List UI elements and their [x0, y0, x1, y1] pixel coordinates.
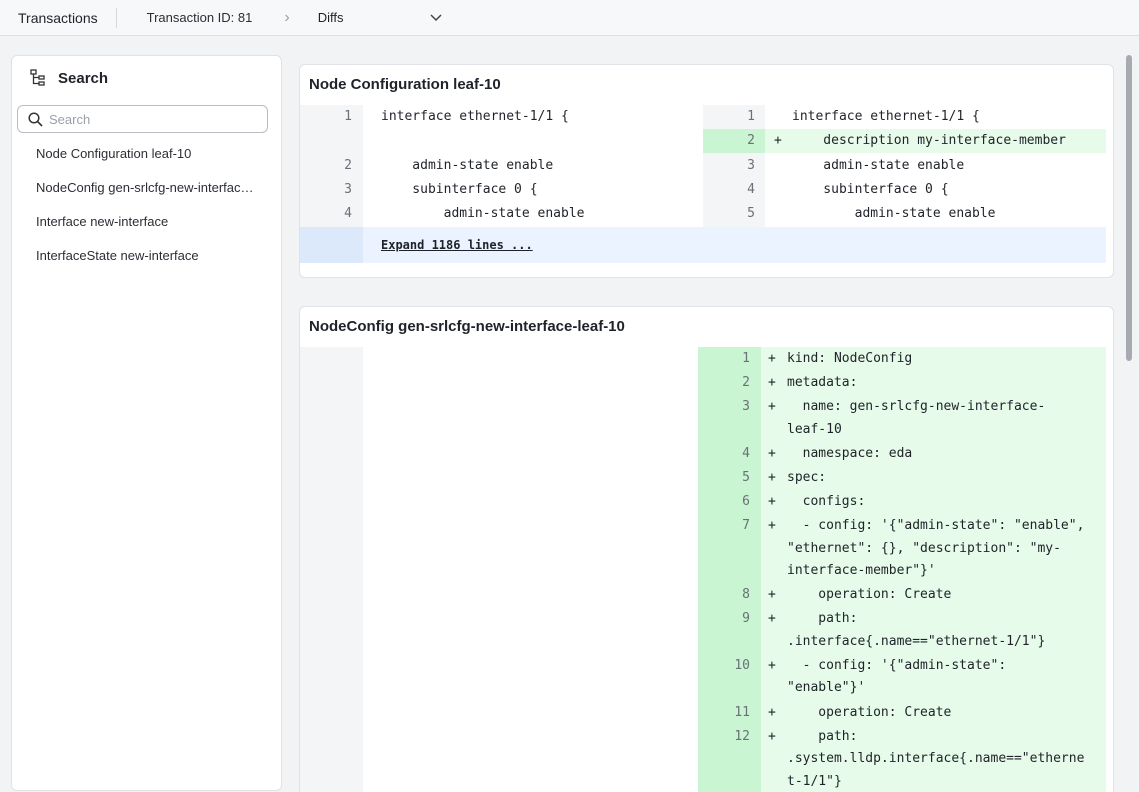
top-bar: Transactions Transaction ID: 81 › Diffs	[0, 0, 1139, 36]
code-line: "enable"}'	[787, 680, 866, 696]
added-marker: +	[768, 518, 776, 534]
added-marker: +	[768, 587, 776, 603]
code-line: spec:	[787, 469, 827, 485]
code-line: operation: Create	[787, 704, 952, 720]
code-line: "ethernet": {}, "description": "my-	[787, 540, 1061, 556]
added-marker: +	[768, 494, 776, 509]
line-number: 4	[344, 206, 352, 222]
search-box	[17, 105, 268, 133]
sidebar-item-node-configuration[interactable]: Node Configuration leaf-10	[12, 137, 257, 171]
line-number	[300, 129, 352, 153]
added-marker: +	[768, 657, 776, 673]
line-number: 3	[747, 157, 755, 173]
code-line: admin-state enable	[381, 206, 585, 222]
sidebar-header: Search	[12, 56, 281, 100]
line-number: 4	[742, 445, 750, 461]
code-line: configs:	[787, 494, 866, 509]
chevron-down-icon[interactable]	[430, 11, 442, 25]
line-number: 9	[742, 611, 750, 627]
code-line: interface ethernet-1/1 {	[792, 109, 980, 124]
line-number: 3	[742, 399, 750, 415]
code-line: metadata:	[787, 375, 858, 391]
line-number: 10	[734, 657, 750, 673]
diff-card-nodeconfig: NodeConfig gen-srlcfg-new-interface-leaf…	[299, 306, 1114, 792]
left-gutter	[300, 347, 363, 792]
breadcrumb-transactions[interactable]: Transactions	[0, 0, 116, 36]
search-input[interactable]	[49, 111, 249, 127]
code-line: subinterface 0 {	[381, 181, 538, 197]
breadcrumb-transaction-id[interactable]: Transaction ID: 81	[117, 10, 253, 25]
code-line: - config: '{"admin-state":	[787, 657, 1007, 673]
line-number: 8	[742, 587, 750, 603]
sidebar-item-nodeconfig[interactable]: NodeConfig gen-srlcfg-new-interface-leaf…	[12, 171, 257, 205]
diff-panel: Node Configuration leaf-10 1 interface et…	[285, 55, 1123, 792]
code-line: name: gen-srlcfg-new-interface-	[787, 399, 1046, 415]
code-line: - config: '{"admin-state": "enable",	[787, 518, 1085, 534]
code-line: admin-state enable	[381, 157, 554, 173]
line-number: 3	[344, 181, 352, 197]
view-select[interactable]: Diffs	[318, 10, 430, 25]
expand-lines-link[interactable]: Expand 1186 lines ...	[381, 238, 533, 252]
added-marker: +	[768, 704, 776, 720]
code-line: .system.lldp.interface{.name=="etherne	[787, 751, 1085, 767]
sidebar-item-interfacestate[interactable]: InterfaceState new-interface	[12, 239, 257, 273]
line-number: 5	[742, 469, 750, 485]
added-marker: +	[768, 469, 776, 485]
added-marker: +	[768, 399, 776, 415]
search-icon	[28, 111, 43, 127]
line-number: 12	[734, 728, 750, 744]
line-number: 2	[742, 375, 750, 391]
line-number: 4	[747, 181, 755, 197]
code-line: path:	[787, 728, 858, 744]
added-marker: +	[768, 611, 776, 627]
diff-card-title: NodeConfig gen-srlcfg-new-interface-leaf…	[309, 318, 625, 335]
code-line: t-1/1"}	[787, 773, 842, 789]
line-number: 6	[742, 494, 750, 509]
code-line: kind: NodeConfig	[787, 351, 913, 366]
code-line: admin-state enable	[792, 206, 996, 222]
code-line: path:	[787, 611, 858, 627]
line-number: 2	[747, 133, 755, 149]
added-marker: +	[768, 445, 776, 461]
added-marker: +	[774, 133, 782, 149]
scrollbar[interactable]	[1123, 55, 1135, 792]
sidebar-item-interface[interactable]: Interface new-interface	[12, 205, 257, 239]
code-line: .interface{.name=="ethernet-1/1"}	[787, 633, 1046, 649]
diff-card-node-configuration: Node Configuration leaf-10 1 interface et…	[299, 64, 1114, 278]
added-marker: +	[768, 351, 776, 366]
line-number: 2	[344, 157, 352, 173]
code-line: description my-interface-member	[792, 133, 1066, 149]
line-number: 11	[734, 704, 750, 720]
tree-icon	[30, 69, 45, 86]
scrollbar-thumb[interactable]	[1126, 55, 1132, 361]
added-marker: +	[768, 375, 776, 391]
sidebar-list: Node Configuration leaf-10 NodeConfig ge…	[12, 137, 281, 273]
code-line: operation: Create	[787, 587, 952, 603]
chevron-right-icon: ›	[284, 8, 290, 26]
code-line: namespace: eda	[787, 445, 913, 461]
added-marker: +	[768, 728, 776, 744]
expand-gutter	[300, 227, 363, 263]
line-number: 1	[344, 109, 352, 124]
sidebar: Search Node Configuration leaf-10 NodeCo…	[11, 55, 282, 791]
diff-card-title: Node Configuration leaf-10	[309, 76, 501, 93]
sidebar-title: Search	[58, 69, 109, 87]
line-number: 1	[742, 351, 750, 366]
code-line: leaf-10	[787, 421, 842, 437]
code-line: admin-state enable	[792, 157, 965, 173]
line-number: 5	[747, 206, 755, 222]
line-number: 7	[742, 518, 750, 534]
code-line: subinterface 0 {	[792, 181, 949, 197]
code-line: interface ethernet-1/1 {	[381, 109, 569, 124]
code-line: interface-member"}'	[787, 563, 936, 579]
line-number: 1	[747, 109, 755, 124]
